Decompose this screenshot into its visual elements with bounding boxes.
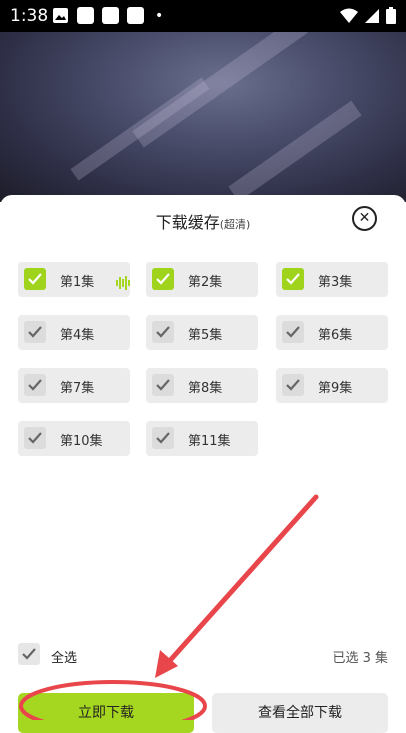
episode-label: 第4集 xyxy=(60,328,95,343)
checkmark-icon xyxy=(28,273,42,285)
battery-icon xyxy=(386,7,396,24)
app-notification-icon xyxy=(102,7,119,24)
checkmark-icon xyxy=(156,432,170,444)
checkmark-icon xyxy=(22,648,36,660)
episode-label: 第2集 xyxy=(188,275,223,290)
checkmark-icon xyxy=(156,379,170,391)
checkmark-icon xyxy=(156,326,170,338)
close-icon[interactable]: ✕ xyxy=(352,206,377,231)
selected-count: 已选 3 集 xyxy=(332,651,388,666)
checkmark-icon xyxy=(286,326,300,338)
episode-label: 第9集 xyxy=(318,381,353,396)
episode-item[interactable]: 第3集 xyxy=(276,262,388,297)
episode-checkbox[interactable] xyxy=(152,268,174,290)
episode-item[interactable]: 第2集 xyxy=(146,262,258,297)
status-bar: 1:38 • xyxy=(0,0,406,32)
checkmark-icon xyxy=(28,326,42,338)
checkmark-icon xyxy=(28,432,42,444)
select-all-checkbox[interactable] xyxy=(18,643,40,665)
select-all-label[interactable]: 全选 xyxy=(51,647,77,666)
episode-item[interactable]: 第9集 xyxy=(276,368,388,403)
now-playing-icon xyxy=(116,275,130,294)
more-notifications-dot: • xyxy=(155,8,164,24)
episode-checkbox[interactable] xyxy=(152,321,174,343)
episode-checkbox[interactable] xyxy=(152,374,174,396)
episode-item[interactable]: 第4集 xyxy=(18,315,130,350)
episode-checkbox[interactable] xyxy=(282,268,304,290)
app-notification-icon xyxy=(127,7,144,24)
download-cache-sheet: 下载缓存(超清) ✕ 第1集 第2集 第3集第4集 第5集 第6集第7集 第8集 第9集第1… xyxy=(0,195,406,733)
episode-label: 第11集 xyxy=(188,434,231,449)
episode-checkbox[interactable] xyxy=(24,268,46,290)
episode-item[interactable]: 第7集 xyxy=(18,368,130,403)
episode-item[interactable]: 第5集 xyxy=(146,315,258,350)
episode-checkbox[interactable] xyxy=(24,427,46,449)
video-player[interactable] xyxy=(0,32,406,202)
episode-item[interactable]: 第11集 xyxy=(146,421,258,456)
episode-label: 第5集 xyxy=(188,328,223,343)
quality-label[interactable]: (超清) xyxy=(220,218,251,231)
episode-checkbox[interactable] xyxy=(24,321,46,343)
status-time: 1:38 xyxy=(10,6,49,26)
download-now-button[interactable]: 立即下载 xyxy=(18,693,194,733)
checkmark-icon xyxy=(286,379,300,391)
episode-checkbox[interactable] xyxy=(24,374,46,396)
episode-label: 第10集 xyxy=(60,434,103,449)
checkmark-icon xyxy=(28,379,42,391)
episode-checkbox[interactable] xyxy=(282,321,304,343)
episode-label: 第7集 xyxy=(60,381,95,396)
episode-item[interactable]: 第1集 xyxy=(18,262,130,297)
sheet-title-text: 下载缓存 xyxy=(155,213,220,232)
episode-item[interactable]: 第10集 xyxy=(18,421,130,456)
episode-item[interactable]: 第6集 xyxy=(276,315,388,350)
view-all-downloads-button[interactable]: 查看全部下载 xyxy=(212,693,388,733)
sheet-title: 下载缓存(超清) xyxy=(0,209,406,233)
checkmark-icon xyxy=(286,273,300,285)
episode-label: 第1集 xyxy=(60,275,95,290)
wifi-icon xyxy=(340,8,358,23)
episode-label: 第3集 xyxy=(318,275,353,290)
episode-label: 第8集 xyxy=(188,381,223,396)
checkmark-icon xyxy=(156,273,170,285)
episode-checkbox[interactable] xyxy=(152,427,174,449)
episode-label: 第6集 xyxy=(318,328,353,343)
episode-item[interactable]: 第8集 xyxy=(146,368,258,403)
cellular-signal-icon xyxy=(365,8,379,23)
episode-checkbox[interactable] xyxy=(282,374,304,396)
app-notification-icon xyxy=(77,7,94,24)
gallery-notification-icon xyxy=(52,7,69,24)
